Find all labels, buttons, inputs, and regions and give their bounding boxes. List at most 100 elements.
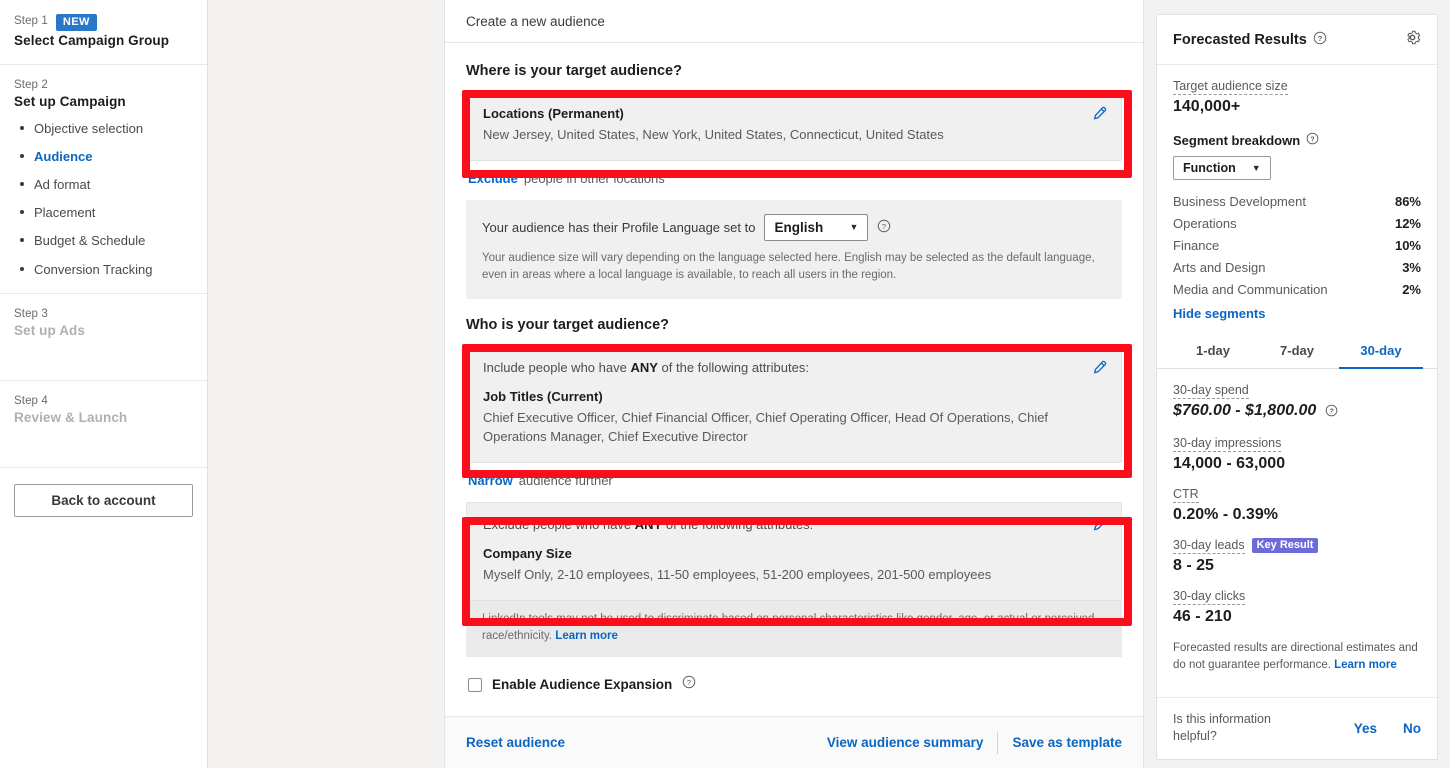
exclude-facet-name: Company Size bbox=[483, 546, 572, 562]
spend-help-icon[interactable]: ? bbox=[1325, 404, 1338, 422]
segment-row: Business Development 86% bbox=[1173, 190, 1421, 212]
metric-30-day-spend: 30-day spend $760.00 - $1,800.00 ? bbox=[1173, 383, 1421, 422]
metric-ctr: CTR 0.20% - 0.39% bbox=[1173, 487, 1421, 524]
forecast-settings-gear-icon[interactable] bbox=[1404, 29, 1421, 51]
metric-label[interactable]: 30-day impressions bbox=[1173, 436, 1282, 452]
audience-builder-wrap: Create a new audience Where is your targ… bbox=[444, 0, 1144, 768]
narrow-text: audience further bbox=[518, 473, 613, 489]
step-2-title: Set up Campaign bbox=[14, 94, 126, 110]
edit-exclude-pencil-icon[interactable] bbox=[1091, 517, 1107, 533]
include-facet-lead: Include people who have ANY of the follo… bbox=[483, 360, 1105, 375]
segment-name: Business Development bbox=[1173, 193, 1306, 209]
sidebar-step-1[interactable]: Step 1 NEW Select Campaign Group bbox=[0, 0, 207, 66]
sidebar-item-objective-selection[interactable]: Objective selection bbox=[14, 121, 193, 137]
key-result-badge: Key Result bbox=[1251, 538, 1319, 553]
view-audience-summary-button[interactable]: View audience summary bbox=[827, 735, 984, 750]
exclude-locations-link[interactable]: Exclude bbox=[468, 171, 518, 186]
audience-expansion-checkbox[interactable] bbox=[468, 677, 482, 692]
audience-expansion-help-icon[interactable]: ? bbox=[682, 675, 696, 694]
audience-expansion-row: Enable Audience Expansion ? bbox=[466, 675, 1122, 694]
step-1-kicker: Step 1 bbox=[14, 15, 48, 28]
metric-value: 14,000 - 63,000 bbox=[1173, 455, 1286, 472]
svg-text:?: ? bbox=[687, 678, 691, 687]
tab-30-day[interactable]: 30-day bbox=[1339, 333, 1423, 369]
narrow-link[interactable]: Narrow bbox=[468, 473, 513, 488]
segment-row: Operations 12% bbox=[1173, 212, 1421, 234]
segment-percent: 86% bbox=[1394, 193, 1421, 209]
discrimination-disclaimer: LinkedIn tools may not be used to discri… bbox=[466, 600, 1122, 658]
segment-row: Arts and Design 3% bbox=[1173, 256, 1421, 278]
segment-row: Finance 10% bbox=[1173, 234, 1421, 256]
metric-label[interactable]: 30-day leads bbox=[1173, 538, 1245, 554]
segment-breakdown-help-icon[interactable]: ? bbox=[1306, 132, 1319, 148]
footer-divider bbox=[997, 731, 999, 754]
exclude-facet: Exclude people who have ANY of the follo… bbox=[466, 502, 1122, 601]
step-2-kicker: Step 2 bbox=[14, 79, 48, 92]
where-section-title: Where is your target audience? bbox=[466, 63, 682, 79]
helpful-yes-button[interactable]: Yes bbox=[1354, 721, 1377, 736]
profile-language-box: Your audience has their Profile Language… bbox=[466, 199, 1122, 300]
campaign-manager-audience-page: Step 1 NEW Select Campaign Group Step 2 … bbox=[0, 0, 1450, 768]
forecast-header: Forecasted Results ? bbox=[1157, 15, 1437, 65]
exclude-lead-bold: ANY bbox=[634, 517, 663, 533]
edit-include-pencil-icon[interactable] bbox=[1091, 360, 1107, 376]
forecast-title: Forecasted Results bbox=[1173, 32, 1307, 48]
metric-label[interactable]: 30-day spend bbox=[1173, 383, 1249, 399]
include-lead-pre: Include people who have bbox=[483, 360, 631, 376]
edit-locations-pencil-icon[interactable] bbox=[1091, 106, 1107, 122]
metric-30-day-impressions: 30-day impressions 14,000 - 63,000 bbox=[1173, 436, 1421, 473]
forecast-title-group: Forecasted Results ? bbox=[1173, 31, 1327, 49]
sidebar-item-conversion-tracking[interactable]: Conversion Tracking bbox=[14, 262, 193, 278]
sidebar-step-2[interactable]: Step 2 Set up Campaign Objective selecti… bbox=[0, 65, 207, 295]
metric-value: 46 - 210 bbox=[1173, 608, 1232, 625]
forecast-feedback-bar: Is this information helpful? Yes No bbox=[1157, 697, 1437, 759]
segment-breakdown-label: Segment breakdown bbox=[1173, 132, 1301, 148]
save-as-template-button[interactable]: Save as template bbox=[1012, 735, 1122, 750]
svg-text:?: ? bbox=[1311, 136, 1315, 143]
audience-expansion-label: Enable Audience Expansion bbox=[492, 677, 673, 693]
segment-function-select[interactable]: Function ▼ bbox=[1173, 156, 1271, 180]
target-audience-size-value: 140,000+ bbox=[1173, 98, 1241, 115]
back-to-account-button[interactable]: Back to account bbox=[14, 484, 193, 518]
svg-text:?: ? bbox=[882, 222, 886, 231]
disclaimer-learn-more-link[interactable]: Learn more bbox=[555, 630, 618, 642]
sidebar-item-audience[interactable]: Audience bbox=[14, 149, 193, 165]
sidebar-item-budget-schedule[interactable]: Budget & Schedule bbox=[14, 233, 193, 249]
sidebar-item-ad-format[interactable]: Ad format bbox=[14, 177, 193, 193]
language-help-icon[interactable]: ? bbox=[877, 219, 891, 236]
footer-right-actions: View audience summary Save as template bbox=[827, 731, 1122, 754]
target-audience-size-label[interactable]: Target audience size bbox=[1173, 79, 1288, 95]
substep-list: Objective selection Audience Ad format P… bbox=[14, 121, 193, 277]
back-to-account-wrap: Back to account bbox=[0, 468, 207, 533]
step-3-title: Set up Ads bbox=[14, 323, 86, 339]
forecast-body: Target audience size 140,000+ Segment br… bbox=[1157, 65, 1437, 697]
include-lead-bold: ANY bbox=[630, 360, 658, 376]
step-4-kicker: Step 4 bbox=[14, 395, 48, 408]
step-1-title: Select Campaign Group bbox=[14, 33, 170, 49]
tab-7-day[interactable]: 7-day bbox=[1255, 333, 1339, 369]
forecast-help-icon[interactable]: ? bbox=[1313, 31, 1327, 49]
svg-text:?: ? bbox=[1318, 34, 1323, 43]
helpful-no-button[interactable]: No bbox=[1403, 721, 1421, 736]
exclude-locations-text: people in other locations bbox=[523, 170, 665, 186]
forecast-panel-wrap: Forecasted Results ? Target audience siz… bbox=[1144, 0, 1450, 768]
segment-name: Finance bbox=[1173, 237, 1220, 253]
segment-percent: 2% bbox=[1402, 281, 1421, 297]
chevron-down-icon: ▼ bbox=[849, 222, 859, 233]
metric-value: 8 - 25 bbox=[1173, 557, 1214, 574]
chevron-down-icon: ▼ bbox=[1251, 163, 1261, 173]
reset-audience-button[interactable]: Reset audience bbox=[466, 735, 565, 750]
forecast-learn-more-link[interactable]: Learn more bbox=[1334, 659, 1397, 671]
include-facet-values: Chief Executive Officer, Chief Financial… bbox=[483, 410, 1049, 445]
sidebar-item-placement[interactable]: Placement bbox=[14, 205, 193, 221]
new-badge: NEW bbox=[55, 14, 97, 32]
locations-facet: Locations (Permanent) New Jersey, United… bbox=[466, 91, 1122, 161]
metric-label[interactable]: 30-day clicks bbox=[1173, 589, 1246, 605]
sidebar-step-4[interactable]: Step 4 Review & Launch bbox=[0, 381, 207, 469]
profile-language-select[interactable]: English ▼ bbox=[764, 213, 869, 241]
sidebar-step-3[interactable]: Step 3 Set up Ads bbox=[0, 294, 207, 382]
metric-label[interactable]: CTR bbox=[1173, 487, 1199, 503]
tab-1-day[interactable]: 1-day bbox=[1171, 333, 1255, 369]
hide-segments-link[interactable]: Hide segments bbox=[1173, 306, 1421, 321]
locations-facet-values: New Jersey, United States, New York, Uni… bbox=[483, 127, 944, 142]
